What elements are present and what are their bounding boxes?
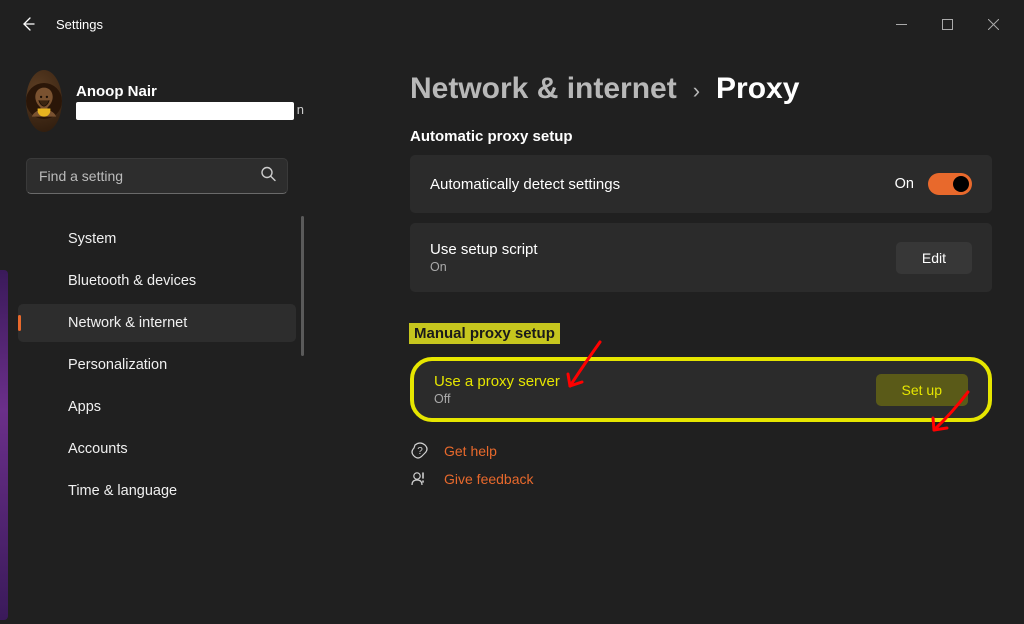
- sidebar-item-bluetooth[interactable]: Bluetooth & devices: [18, 262, 296, 300]
- setup-button[interactable]: Set up: [876, 374, 968, 406]
- card-auto-detect[interactable]: Automatically detect settings On: [410, 155, 992, 213]
- close-button[interactable]: [970, 8, 1016, 40]
- user-email-redacted: [76, 102, 294, 120]
- card-use-proxy[interactable]: Use a proxy server Off Set up: [410, 357, 992, 422]
- sidebar: Anoop Nair System Bluetooth & devices Ne…: [0, 48, 310, 624]
- card-label: Use setup script: [430, 241, 538, 258]
- sidebar-item-accounts[interactable]: Accounts: [18, 430, 296, 468]
- breadcrumb: Network & internet › Proxy: [410, 72, 992, 106]
- window-controls: [878, 8, 1016, 40]
- toggle-auto-detect[interactable]: [928, 173, 972, 195]
- feedback-link[interactable]: Give feedback: [410, 470, 992, 488]
- sidebar-item-label: System: [68, 231, 116, 247]
- sidebar-item-time-language[interactable]: Time & language: [18, 472, 296, 510]
- card-sub: On: [430, 260, 538, 274]
- minimize-icon: [896, 19, 907, 30]
- breadcrumb-parent[interactable]: Network & internet: [410, 72, 677, 106]
- sidebar-item-personalization[interactable]: Personalization: [18, 346, 296, 384]
- nav-scrollbar[interactable]: [301, 216, 304, 356]
- section-title-auto: Automatic proxy setup: [410, 128, 992, 145]
- maximize-button[interactable]: [924, 8, 970, 40]
- feedback-icon: [410, 470, 430, 488]
- card-setup-script[interactable]: Use setup script On Edit: [410, 223, 992, 292]
- help-link[interactable]: ? Get help: [410, 442, 992, 460]
- sidebar-item-label: Personalization: [68, 357, 167, 373]
- window-edge-accent: [0, 270, 8, 620]
- titlebar: Settings: [0, 0, 1024, 48]
- sidebar-item-apps[interactable]: Apps: [18, 388, 296, 426]
- sidebar-item-label: Network & internet: [68, 315, 187, 331]
- avatar: [26, 70, 62, 132]
- sidebar-item-label: Time & language: [68, 483, 177, 499]
- nav: System Bluetooth & devices Network & int…: [12, 216, 302, 514]
- link-label: Get help: [444, 443, 497, 459]
- close-icon: [988, 19, 999, 30]
- search-wrap: [26, 158, 288, 194]
- search-icon: [260, 166, 276, 187]
- maximize-icon: [942, 19, 953, 30]
- sidebar-item-label: Apps: [68, 399, 101, 415]
- section-title-manual: Manual proxy setup: [410, 324, 559, 343]
- card-sub: Off: [434, 392, 560, 406]
- link-label: Give feedback: [444, 471, 534, 487]
- edit-button[interactable]: Edit: [896, 242, 972, 274]
- svg-text:?: ?: [417, 446, 423, 457]
- arrow-left-icon: [20, 16, 36, 32]
- user-name: Anoop Nair: [76, 83, 294, 100]
- toggle-state-label: On: [895, 176, 914, 192]
- page-title: Proxy: [716, 72, 799, 106]
- sidebar-item-label: Bluetooth & devices: [68, 273, 196, 289]
- back-button[interactable]: [8, 4, 48, 44]
- sidebar-item-network[interactable]: Network & internet: [18, 304, 296, 342]
- user-block[interactable]: Anoop Nair: [12, 48, 302, 152]
- help-icon: ?: [410, 442, 430, 460]
- sidebar-item-system[interactable]: System: [18, 220, 296, 258]
- app-title: Settings: [56, 17, 103, 32]
- card-label: Use a proxy server: [434, 373, 560, 390]
- main: Network & internet › Proxy Automatic pro…: [310, 48, 1024, 624]
- card-label: Automatically detect settings: [430, 176, 620, 193]
- chevron-right-icon: ›: [693, 78, 700, 104]
- sidebar-item-label: Accounts: [68, 441, 128, 457]
- minimize-button[interactable]: [878, 8, 924, 40]
- search-input[interactable]: [26, 158, 288, 194]
